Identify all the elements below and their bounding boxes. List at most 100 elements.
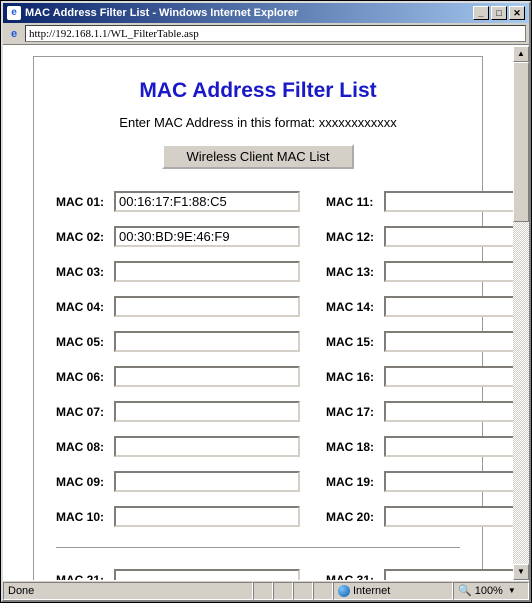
mac-input[interactable] (114, 401, 300, 422)
mac-grid-2: MAC 21:MAC 31:MAC 22:MAC 32:MAC 23:MAC 3… (56, 569, 460, 580)
mac-row: MAC 01: (56, 191, 300, 212)
mac-label: MAC 20: (326, 510, 384, 524)
mac-label: MAC 15: (326, 335, 384, 349)
mac-label: MAC 12: (326, 230, 384, 244)
mac-input[interactable] (114, 191, 300, 212)
mac-label: MAC 03: (56, 265, 114, 279)
mac-input[interactable] (384, 191, 513, 212)
mac-label: MAC 13: (326, 265, 384, 279)
zoom-control[interactable]: 🔍 100% ▼ (453, 582, 529, 600)
zone-label: Internet (353, 585, 390, 597)
window-title: MAC Address Filter List - Windows Intern… (25, 7, 473, 19)
mac-row: MAC 16: (326, 366, 513, 387)
mac-input[interactable] (384, 506, 513, 527)
mac-row: MAC 20: (326, 506, 513, 527)
mac-label: MAC 31: (326, 573, 384, 581)
mac-label: MAC 01: (56, 195, 114, 209)
scroll-down-button[interactable]: ▼ (513, 564, 529, 580)
minimize-button[interactable]: _ (473, 6, 489, 20)
mac-input[interactable] (114, 471, 300, 492)
mac-row: MAC 09: (56, 471, 300, 492)
mac-row: MAC 05: (56, 331, 300, 352)
mac-grid-1: MAC 01: MAC 11: MAC 02: MAC 12: MAC 03: MAC 1… (56, 191, 460, 527)
mac-row: MAC 31: (326, 569, 513, 580)
mac-input[interactable] (114, 366, 300, 387)
status-pane-4 (313, 582, 333, 600)
mac-input[interactable] (384, 261, 513, 282)
mac-label: MAC 17: (326, 405, 384, 419)
mac-row: MAC 07: (56, 401, 300, 422)
scroll-track[interactable] (513, 62, 529, 564)
ie-icon: e (7, 6, 21, 20)
mac-input[interactable] (114, 506, 300, 527)
scroll-up-button[interactable]: ▲ (513, 46, 529, 62)
mac-input[interactable] (384, 296, 513, 317)
page-ie-icon: e (6, 26, 22, 42)
mac-input[interactable] (384, 569, 513, 580)
zoom-value: 100% (475, 585, 503, 597)
mac-input[interactable] (114, 296, 300, 317)
mac-label: MAC 14: (326, 300, 384, 314)
status-pane-1 (253, 582, 273, 600)
mac-input[interactable] (384, 366, 513, 387)
status-pane-3 (293, 582, 313, 600)
mac-row: MAC 03: (56, 261, 300, 282)
mac-row: MAC 15: (326, 331, 513, 352)
mac-row: MAC 04: (56, 296, 300, 317)
mac-row: MAC 14: (326, 296, 513, 317)
mac-row: MAC 21: (56, 569, 300, 580)
mac-label: MAC 11: (326, 195, 384, 209)
vertical-scrollbar[interactable]: ▲ ▼ (513, 46, 529, 580)
content-area: MAC Address Filter List Enter MAC Addres… (3, 45, 529, 580)
mac-label: MAC 08: (56, 440, 114, 454)
mac-label: MAC 05: (56, 335, 114, 349)
chevron-down-icon: ▼ (508, 586, 516, 595)
mac-label: MAC 18: (326, 440, 384, 454)
mac-input[interactable] (384, 471, 513, 492)
mac-row: MAC 06: (56, 366, 300, 387)
mac-label: MAC 07: (56, 405, 114, 419)
mac-label: MAC 04: (56, 300, 114, 314)
close-button[interactable]: ✕ (509, 6, 525, 20)
section-divider (56, 547, 460, 549)
mac-label: MAC 16: (326, 370, 384, 384)
mac-input[interactable] (114, 261, 300, 282)
mac-label: MAC 09: (56, 475, 114, 489)
mac-row: MAC 19: (326, 471, 513, 492)
status-text: Done (3, 582, 253, 600)
mac-row: MAC 18: (326, 436, 513, 457)
mac-input[interactable] (114, 331, 300, 352)
status-pane-2 (273, 582, 293, 600)
mac-row: MAC 13: (326, 261, 513, 282)
page-subtitle: Enter MAC Address in this format: xxxxxx… (56, 115, 460, 130)
security-zone[interactable]: Internet (333, 582, 453, 600)
mac-label: MAC 02: (56, 230, 114, 244)
mac-input[interactable] (384, 436, 513, 457)
browser-window: e MAC Address Filter List - Windows Inte… (1, 1, 531, 602)
content-frame: MAC Address Filter List Enter MAC Addres… (33, 56, 483, 580)
mac-label: MAC 19: (326, 475, 384, 489)
zoom-icon: 🔍 (458, 584, 472, 597)
mac-row: MAC 08: (56, 436, 300, 457)
mac-input[interactable] (384, 401, 513, 422)
globe-icon (338, 585, 350, 597)
mac-input[interactable] (114, 226, 300, 247)
mac-row: MAC 11: (326, 191, 513, 212)
mac-row: MAC 17: (326, 401, 513, 422)
mac-label: MAC 06: (56, 370, 114, 384)
scroll-thumb[interactable] (513, 62, 529, 222)
mac-input[interactable] (114, 569, 300, 580)
status-bar: Done Internet 🔍 100% ▼ (3, 580, 529, 600)
maximize-button[interactable]: □ (491, 6, 507, 20)
mac-input[interactable] (384, 226, 513, 247)
mac-input[interactable] (114, 436, 300, 457)
mac-input[interactable] (384, 331, 513, 352)
url-input[interactable] (25, 25, 526, 42)
mac-label: MAC 21: (56, 573, 114, 581)
mac-row: MAC 02: (56, 226, 300, 247)
titlebar: e MAC Address Filter List - Windows Inte… (3, 3, 529, 23)
mac-label: MAC 10: (56, 510, 114, 524)
address-bar: e (3, 23, 529, 45)
mac-row: MAC 10: (56, 506, 300, 527)
wireless-client-list-button[interactable]: Wireless Client MAC List (162, 144, 353, 169)
